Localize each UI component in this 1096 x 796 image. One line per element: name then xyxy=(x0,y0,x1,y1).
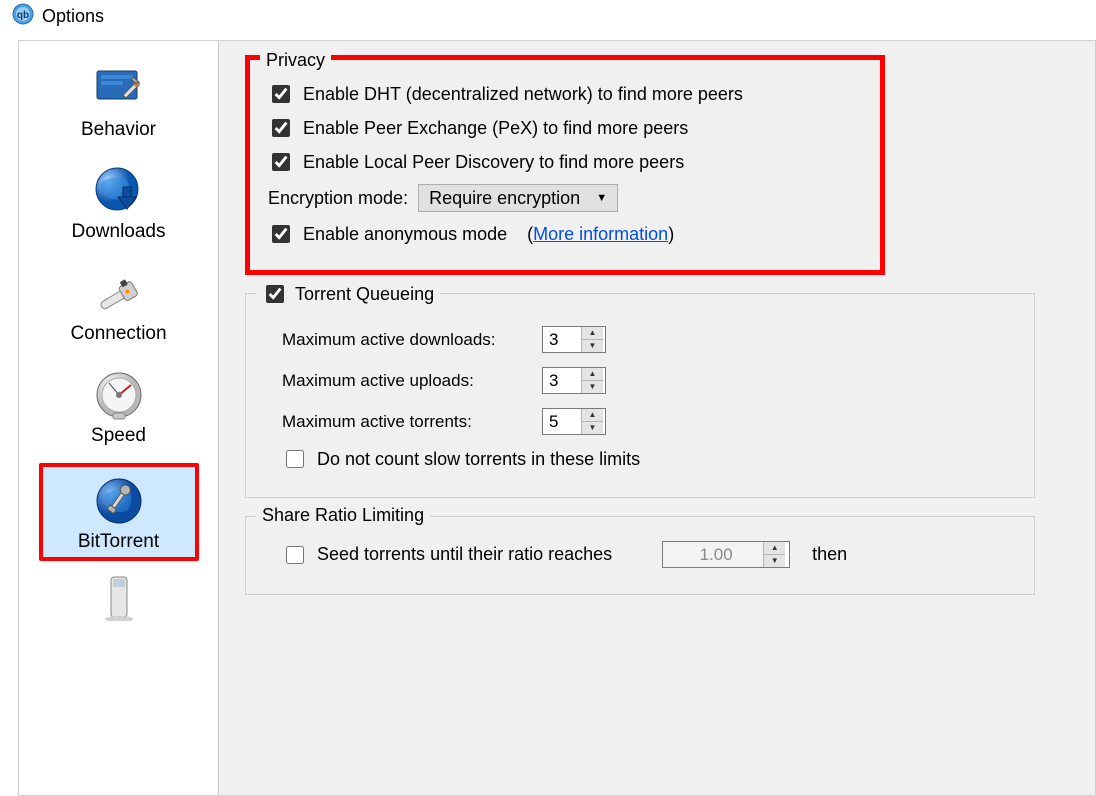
sidebar-item-speed[interactable]: Speed xyxy=(39,361,199,451)
enable-pex-label: Enable Peer Exchange (PeX) to find more … xyxy=(303,118,688,139)
max-active-torrents-spin[interactable]: ▲▼ xyxy=(542,408,606,435)
sidebar-item-webui[interactable] xyxy=(39,569,199,625)
max-active-torrents-label: Maximum active torrents: xyxy=(282,412,542,432)
torrent-queueing-title: Torrent Queueing xyxy=(295,284,434,305)
share-ratio-group: Share Ratio Limiting Seed torrents until… xyxy=(245,516,1035,595)
group-legend: Share Ratio Limiting xyxy=(256,505,430,526)
max-active-uploads-spin[interactable]: ▲▼ xyxy=(542,367,606,394)
do-not-count-slow-label: Do not count slow torrents in these limi… xyxy=(317,449,640,470)
encryption-mode-label: Encryption mode: xyxy=(268,188,408,209)
sidebar-item-bittorrent[interactable]: BitTorrent xyxy=(39,463,199,561)
torrent-queueing-checkbox[interactable] xyxy=(266,285,284,303)
sidebar-item-label: Connection xyxy=(70,323,166,345)
sidebar-item-downloads[interactable]: Downloads xyxy=(39,157,199,247)
privacy-group: Privacy Enable DHT (decentralized networ… xyxy=(245,55,885,275)
sidebar-item-label: Downloads xyxy=(72,221,166,243)
app-icon: qb xyxy=(12,3,34,30)
max-active-uploads-value[interactable] xyxy=(543,368,581,393)
speed-icon xyxy=(91,367,147,423)
options-window: Behavior xyxy=(18,40,1096,796)
encryption-mode-dropdown[interactable]: Require encryption ▼ xyxy=(418,184,618,212)
behavior-icon xyxy=(91,61,147,117)
do-not-count-slow-checkbox[interactable] xyxy=(286,450,304,468)
enable-dht-checkbox[interactable] xyxy=(272,85,290,103)
enable-lpd-label: Enable Local Peer Discovery to find more… xyxy=(303,152,684,173)
webui-icon xyxy=(91,575,147,621)
svg-text:qb: qb xyxy=(17,10,29,21)
spin-up-icon[interactable]: ▲ xyxy=(582,327,603,340)
torrent-queueing-group: Torrent Queueing Maximum active download… xyxy=(245,293,1035,498)
spin-up-icon[interactable]: ▲ xyxy=(582,368,603,381)
spin-down-icon[interactable]: ▼ xyxy=(582,422,603,434)
main-panel: Privacy Enable DHT (decentralized networ… xyxy=(219,41,1095,795)
max-active-downloads-spin[interactable]: ▲▼ xyxy=(542,326,606,353)
sidebar-item-behavior[interactable]: Behavior xyxy=(39,55,199,145)
max-active-torrents-value[interactable] xyxy=(543,409,581,434)
spin-up-icon[interactable]: ▲ xyxy=(764,542,785,555)
chevron-down-icon: ▼ xyxy=(596,192,607,204)
spin-up-icon[interactable]: ▲ xyxy=(582,409,603,422)
bittorrent-icon xyxy=(91,473,147,529)
more-information-link[interactable]: More information xyxy=(533,224,668,244)
connection-icon xyxy=(91,265,147,321)
sidebar-item-label: BitTorrent xyxy=(78,531,159,553)
spin-down-icon[interactable]: ▼ xyxy=(582,381,603,393)
window-title: Options xyxy=(42,6,104,27)
max-active-downloads-label: Maximum active downloads: xyxy=(282,330,542,350)
sidebar-item-connection[interactable]: Connection xyxy=(39,259,199,349)
sidebar: Behavior xyxy=(19,41,219,795)
max-active-downloads-value[interactable] xyxy=(543,327,581,352)
titlebar: qb Options xyxy=(0,0,1096,36)
seed-ratio-spin[interactable]: ▲▼ xyxy=(662,541,790,568)
enable-pex-checkbox[interactable] xyxy=(272,119,290,137)
then-label: then xyxy=(812,544,847,565)
max-active-uploads-label: Maximum active uploads: xyxy=(282,371,542,391)
sidebar-item-label: Speed xyxy=(91,425,146,447)
spin-down-icon[interactable]: ▼ xyxy=(764,555,785,567)
seed-until-ratio-checkbox[interactable] xyxy=(286,546,304,564)
enable-anonymous-label: Enable anonymous mode xyxy=(303,224,507,245)
enable-lpd-checkbox[interactable] xyxy=(272,153,290,171)
enable-anonymous-checkbox[interactable] xyxy=(272,225,290,243)
encryption-mode-value: Require encryption xyxy=(429,188,580,209)
seed-ratio-value[interactable] xyxy=(663,542,763,567)
seed-until-ratio-label: Seed torrents until their ratio reaches xyxy=(317,544,612,565)
group-legend: Privacy xyxy=(260,50,331,71)
spin-down-icon[interactable]: ▼ xyxy=(582,340,603,352)
more-info-wrap: (More information) xyxy=(527,224,674,245)
enable-dht-label: Enable DHT (decentralized network) to fi… xyxy=(303,84,743,105)
group-legend: Torrent Queueing xyxy=(256,282,440,306)
sidebar-item-label: Behavior xyxy=(81,119,156,141)
downloads-icon xyxy=(91,163,147,219)
